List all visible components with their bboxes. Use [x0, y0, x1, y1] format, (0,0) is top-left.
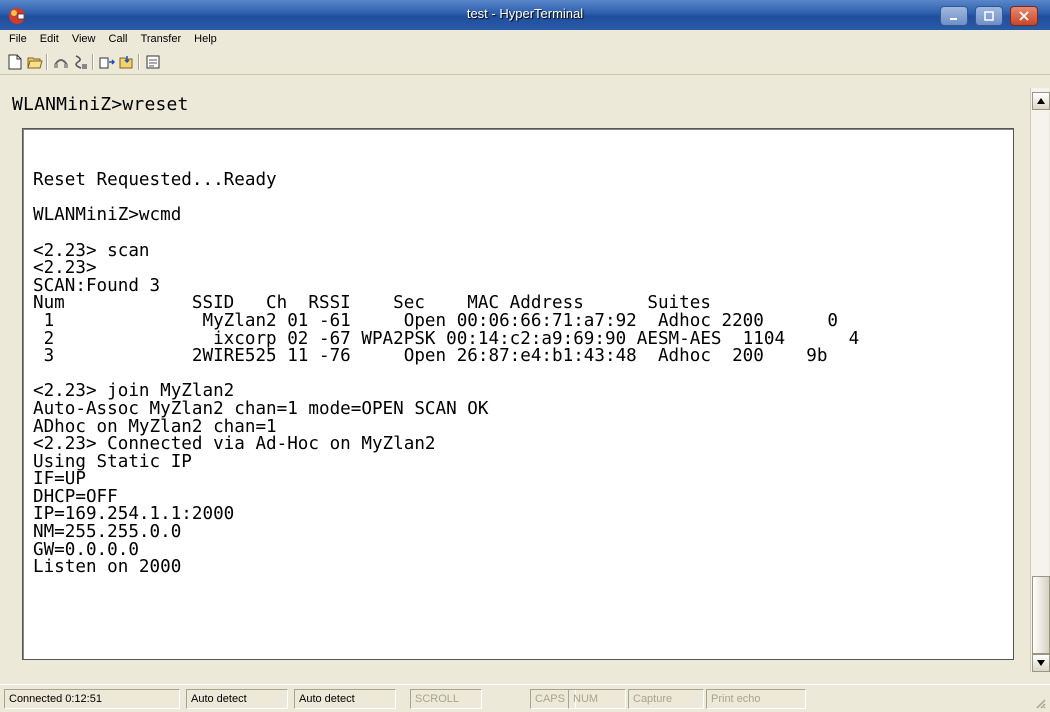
properties-icon: [146, 55, 160, 69]
scroll-down-button[interactable]: [1032, 654, 1050, 672]
status-scroll: SCROLL: [410, 689, 482, 709]
scroll-thumb[interactable]: [1032, 576, 1050, 654]
open-icon: [27, 57, 43, 69]
disconnect-icon: [75, 55, 87, 69]
new-icon: [8, 54, 22, 70]
menu-view[interactable]: View: [67, 30, 101, 45]
menu-bar: File Edit View Call Transfer Help: [0, 30, 1050, 50]
arrow-up-icon: [1037, 98, 1045, 104]
arrow-down-icon: [1037, 660, 1045, 666]
menu-transfer[interactable]: Transfer: [136, 30, 187, 45]
status-settings: Auto detect: [294, 689, 396, 709]
toolbar: [0, 50, 1050, 75]
close-button[interactable]: [1010, 6, 1038, 26]
window-title: test - HyperTerminal: [466, 6, 584, 21]
command-line: WLANMiniZ>wreset: [12, 94, 189, 115]
send-button[interactable]: [98, 53, 116, 71]
menu-help[interactable]: Help: [189, 30, 222, 45]
new-button[interactable]: [6, 53, 24, 71]
vertical-scrollbar[interactable]: [1030, 88, 1050, 672]
properties-button[interactable]: [144, 53, 162, 71]
close-icon: [1019, 11, 1029, 21]
send-icon: [99, 57, 115, 69]
menu-file[interactable]: File: [4, 30, 32, 45]
menu-call[interactable]: Call: [104, 30, 133, 45]
receive-button[interactable]: [118, 53, 136, 71]
minimize-button[interactable]: [940, 6, 968, 26]
terminal-output-text: Reset Requested...Ready WLANMiniZ>wcmd <…: [33, 170, 860, 578]
maximize-button[interactable]: [975, 6, 1003, 26]
open-button[interactable]: [26, 53, 44, 71]
resize-grip-icon[interactable]: [1034, 697, 1046, 709]
scroll-up-button[interactable]: [1032, 92, 1050, 110]
status-connected: Connected 0:12:51: [4, 689, 180, 709]
terminal-output[interactable]: Reset Requested...Ready WLANMiniZ>wcmd <…: [22, 128, 1014, 660]
minimize-icon: [950, 18, 957, 20]
connect-button[interactable]: [52, 53, 70, 71]
status-bar: Connected 0:12:51 Auto detect Auto detec…: [0, 684, 1050, 712]
status-emulation: Auto detect: [186, 689, 288, 709]
title-bar[interactable]: test - HyperTerminal: [0, 0, 1050, 31]
connect-icon: [54, 59, 68, 68]
receive-icon: [119, 56, 133, 69]
status-print-echo: Print echo: [706, 689, 806, 709]
menu-edit[interactable]: Edit: [35, 30, 64, 45]
maximize-icon: [984, 11, 994, 21]
status-num: NUM: [568, 689, 626, 709]
disconnect-button[interactable]: [72, 53, 90, 71]
status-capture: Capture: [628, 689, 704, 709]
